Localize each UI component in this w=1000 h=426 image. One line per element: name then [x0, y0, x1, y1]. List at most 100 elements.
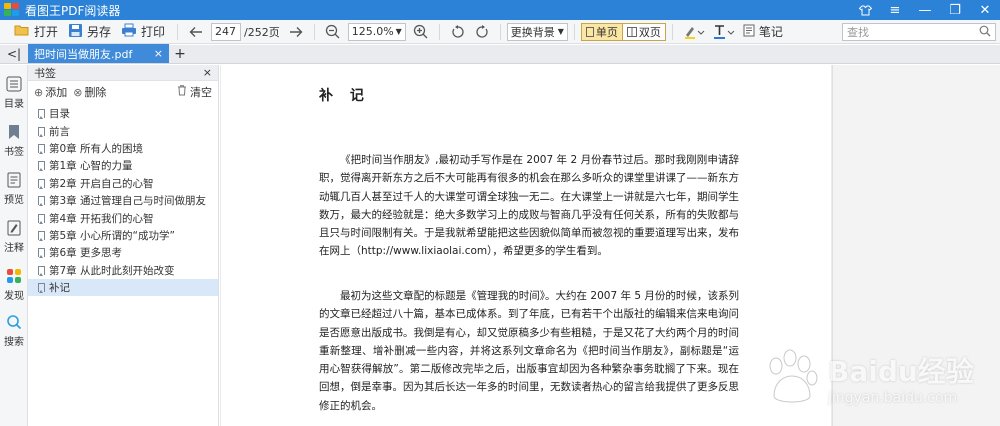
next-page-icon[interactable]: [284, 21, 308, 43]
bookmark-label: 第2章 开启自己的心智: [49, 177, 154, 190]
menu-icon[interactable]: ≡: [880, 0, 910, 20]
delete-bookmark-label: 删除: [84, 86, 107, 99]
trash-icon: [177, 85, 187, 99]
single-page-icon: [585, 26, 594, 37]
bookmark-item[interactable]: 目录: [28, 105, 218, 122]
view-mode-group: 单页 双页: [580, 22, 666, 41]
bookmark-label: 目录: [49, 108, 70, 121]
divider: [499, 23, 501, 40]
bookmark-icon: [38, 126, 45, 137]
paragraph: 《把时间当作朋友》,最初动手写作是在 2007 年 2 月份春节过后。那时我刚刚…: [319, 154, 739, 258]
rail-label-preview: 预览: [4, 195, 24, 206]
previous-page-icon[interactable]: [184, 21, 208, 43]
save-icon: [68, 23, 83, 41]
divider: [671, 23, 673, 40]
bookmark-label: 第1章 心智的力量: [49, 160, 133, 173]
open-label: 打开: [34, 25, 59, 39]
bookmark-icon: [38, 230, 45, 241]
background-select[interactable]: 更换背景 ▼: [506, 22, 568, 41]
page-heading: 补 记: [319, 88, 370, 104]
bookmark-item[interactable]: 第1章 心智的力量: [28, 157, 218, 174]
bookmark-item[interactable]: 第0章 所有人的困境: [28, 140, 218, 157]
divider: [177, 23, 179, 40]
bookmark-icon: [38, 178, 45, 189]
text-color-icon[interactable]: [709, 21, 739, 43]
search-icon: [5, 313, 23, 331]
bookmark-label: 第7章 从此时此刻开始改变: [49, 264, 175, 277]
clear-bookmarks-label: 清空: [190, 86, 212, 99]
skin-icon[interactable]: [850, 0, 880, 20]
rail-item-preview[interactable]: 预览: [0, 171, 28, 206]
bookmark-item[interactable]: 第4章 开拓我们的心智: [28, 209, 218, 226]
notes-label: 笔记: [758, 25, 783, 39]
rail-label-contents: 目录: [4, 99, 24, 110]
rail-label-discover: 发现: [4, 291, 24, 302]
bookmark-panel-title: 书签: [34, 66, 56, 80]
rail-item-bookmarks[interactable]: 书签: [0, 123, 28, 158]
delete-bookmark-button[interactable]: ⊗ 删除: [73, 84, 106, 100]
rail-item-search[interactable]: 搜索: [0, 313, 28, 348]
notes-button[interactable]: 笔记: [739, 21, 787, 43]
add-bookmark-label: 添加: [45, 86, 68, 99]
bookmark-icon: [38, 143, 45, 154]
baidu-watermark: Baidu经验 jingyan.baidu.com: [758, 342, 998, 422]
highlighter-icon[interactable]: [679, 21, 709, 43]
divider: [313, 23, 315, 40]
bookmark-item[interactable]: 第3章 通过管理自己与时间做朋友: [28, 192, 218, 209]
close-button[interactable]: ✕: [970, 0, 1000, 20]
plus-circle-icon: ⊕: [34, 85, 44, 99]
bookmark-list: 目录 前言 第0章 所有人的困境第1章 心智的力量第2章 开启自己的心智第3章 通过…: [28, 103, 218, 297]
side-rail: 目录 书签 预览 注释 发现 搜索: [0, 65, 28, 426]
page-number-input[interactable]: 247: [211, 22, 242, 41]
zoom-select[interactable]: 125.0% ▼: [347, 22, 406, 41]
rotate-right-icon[interactable]: [470, 21, 494, 43]
bookmark-item[interactable]: 第2章 开启自己的心智: [28, 175, 218, 192]
rail-item-discover[interactable]: 发现: [0, 267, 28, 302]
bookmark-icon: [38, 196, 45, 207]
tab-document[interactable]: 把时间当做朋友.pdf ×: [28, 44, 169, 63]
tab-label: 把时间当做朋友.pdf: [34, 47, 133, 61]
collapse-panel-icon[interactable]: <|: [0, 44, 28, 63]
bookmark-item[interactable]: 第7章 从此时此刻开始改变: [28, 262, 218, 279]
toolbar: 打开 另存 打印 247 /252页 125.0% ▼ 更换背景 ▼ 单页 双页…: [0, 20, 1000, 44]
rail-item-contents[interactable]: 目录: [0, 75, 28, 110]
clear-bookmarks-button[interactable]: 清空: [177, 84, 212, 100]
minimize-button[interactable]: —: [910, 0, 940, 20]
single-page-label: 单页: [595, 25, 618, 39]
bookmark-item[interactable]: 补记: [28, 278, 218, 297]
add-bookmark-button[interactable]: ⊕ 添加: [34, 84, 67, 100]
print-button[interactable]: 打印: [117, 21, 169, 43]
bookmark-item[interactable]: 前言: [28, 122, 218, 139]
chevron-down-icon: ▼: [557, 27, 564, 36]
divider: [438, 23, 440, 40]
save-as-button[interactable]: 另存: [64, 21, 115, 43]
single-page-button[interactable]: 单页: [581, 23, 622, 40]
double-page-button[interactable]: 双页: [621, 23, 665, 40]
printer-icon: [121, 23, 137, 40]
chevron-down-icon: ▼: [395, 27, 402, 36]
search-input[interactable]: 查找: [842, 23, 996, 41]
discover-icon: [5, 267, 23, 285]
tab-close-icon[interactable]: ×: [154, 47, 163, 60]
new-tab-button[interactable]: +: [169, 44, 191, 63]
open-button[interactable]: 打开: [10, 21, 62, 43]
document-page: 补 记 《把时间当作朋友》,最初动手写作是在 2007 年 2 月份春节过后。那…: [221, 65, 831, 426]
bookmark-icon: [38, 109, 45, 120]
rotate-left-icon[interactable]: [446, 21, 470, 43]
search-icon[interactable]: [979, 25, 991, 40]
app-title: 看图王PDF阅读器: [25, 3, 121, 18]
rail-label-bookmarks: 书签: [4, 147, 24, 158]
zoom-out-icon[interactable]: [321, 21, 345, 43]
divider: [573, 23, 575, 40]
zoom-value: 125.0%: [351, 25, 394, 38]
zoom-in-icon[interactable]: [409, 21, 433, 43]
paragraph: 最初为这些文章配的标题是《管理我的时间》。大约在 2007 年 5 月份的时候，…: [319, 290, 739, 412]
bookmark-panel: 书签 × ⊕ 添加 ⊗ 删除 清空 目录 前言 第0章 所有人的困境第1章 心智的力…: [28, 65, 219, 426]
bookmark-item[interactable]: 第6章 更多思考: [28, 244, 218, 261]
rail-item-annotations[interactable]: 注释: [0, 219, 28, 254]
close-icon[interactable]: ×: [203, 66, 212, 79]
bookmark-panel-header: 书签 ×: [28, 65, 218, 81]
maximize-button[interactable]: ❐: [940, 0, 970, 20]
delete-circle-icon: ⊗: [73, 85, 83, 99]
bookmark-item[interactable]: 第5章 小心所谓的“成功学”: [28, 227, 218, 244]
